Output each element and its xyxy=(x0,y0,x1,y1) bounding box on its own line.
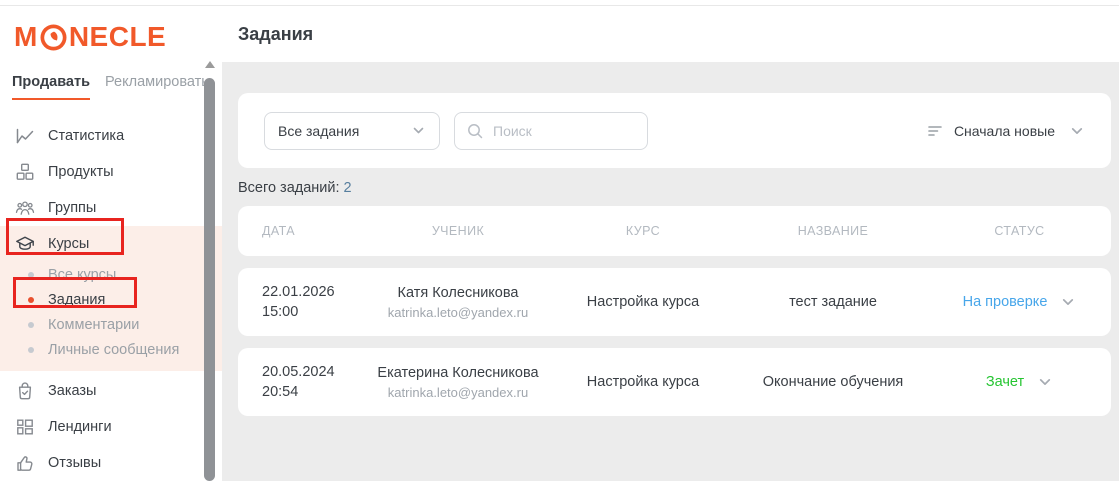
order-bag-icon xyxy=(15,381,35,401)
bullet-icon xyxy=(28,297,34,303)
course-cell: Настройка курса xyxy=(548,294,738,310)
sort-control[interactable]: Сначала новые xyxy=(927,123,1085,139)
graduation-cap-icon xyxy=(15,234,35,254)
sidebar-subitem-label: Комментарии xyxy=(48,317,139,333)
tab-advertise[interactable]: Рекламировать xyxy=(105,74,209,100)
line-chart-icon xyxy=(15,126,35,146)
chevron-down-icon[interactable] xyxy=(1037,374,1053,390)
sidebar-item-label: Группы xyxy=(48,200,96,216)
sort-value: Сначала новые xyxy=(954,123,1055,139)
table-row[interactable]: 20.05.2024 20:54 Екатерина Колесникова k… xyxy=(238,348,1111,416)
status-cell: Зачет xyxy=(928,374,1111,390)
student-cell: Катя Колесникова katrinka.leto@yandex.ru xyxy=(368,283,548,322)
task-date: 22.01.2026 xyxy=(262,282,368,302)
scroll-up-arrow-icon[interactable] xyxy=(205,61,215,68)
chevron-down-icon xyxy=(1069,123,1085,139)
landing-layout-icon xyxy=(15,417,35,437)
sidebar-item-label: Курсы xyxy=(48,236,89,252)
task-date-cell: 22.01.2026 15:00 xyxy=(238,282,368,322)
column-header-date: ДАТА xyxy=(238,224,368,238)
courses-active-section: Курсы Все курсы Задания Комментарии Личн… xyxy=(0,226,222,371)
sidebar: M NECLE Продавать Рекламировать Статисти… xyxy=(0,6,222,481)
sidebar-subitem-all-courses[interactable]: Все курсы xyxy=(0,262,222,287)
sidebar-nav: Статистика Продукты Групп xyxy=(0,118,222,481)
task-time: 15:00 xyxy=(262,302,368,322)
chevron-down-icon[interactable] xyxy=(1060,294,1076,310)
status-badge: На проверке xyxy=(963,294,1048,310)
status-badge: Зачет xyxy=(986,374,1024,390)
sidebar-item-label: Отзывы xyxy=(48,455,101,471)
sidebar-subitem-private-messages[interactable]: Личные сообщения xyxy=(0,337,222,362)
cubes-icon xyxy=(15,162,35,182)
bullet-icon xyxy=(28,322,34,328)
sidebar-subitem-label: Личные сообщения xyxy=(48,342,179,358)
people-icon xyxy=(15,198,35,218)
sidebar-item-label: Статистика xyxy=(48,128,124,144)
sidebar-item-label: Лендинги xyxy=(48,419,112,435)
table-header-row: ДАТА УЧЕНИК КУРС НАЗВАНИЕ СТАТУС xyxy=(238,206,1111,256)
sidebar-tabs: Продавать Рекламировать xyxy=(12,74,209,100)
tasks-total-count: 2 xyxy=(344,180,352,196)
column-header-student: УЧЕНИК xyxy=(368,224,548,238)
sidebar-item-statistics[interactable]: Статистика xyxy=(0,118,222,154)
brand-logo[interactable]: M NECLE xyxy=(14,21,166,53)
task-time: 20:54 xyxy=(262,382,368,402)
sidebar-scrollbar xyxy=(203,58,216,481)
search-field[interactable] xyxy=(454,112,648,150)
task-title-cell: тест задание xyxy=(738,294,928,310)
thumb-up-icon xyxy=(15,453,35,473)
filter-toolbar: Все задания Сначала новые xyxy=(238,93,1111,168)
bullet-icon xyxy=(28,347,34,353)
scrollbar-thumb[interactable] xyxy=(204,78,215,481)
chevron-down-icon xyxy=(411,123,426,138)
sort-lines-icon xyxy=(927,124,944,138)
page-title: Задания xyxy=(238,24,313,45)
status-cell: На проверке xyxy=(928,294,1111,310)
main-header: Задания xyxy=(222,6,1119,62)
student-name: Катя Колесникова xyxy=(368,283,548,303)
column-header-course: КУРС xyxy=(548,224,738,238)
sidebar-subitem-label: Задания xyxy=(48,292,105,308)
task-date-cell: 20.05.2024 20:54 xyxy=(238,362,368,402)
student-email: katrinka.leto@yandex.ru xyxy=(368,303,548,322)
tasks-total-label: Всего заданий: xyxy=(238,180,340,196)
sidebar-subitem-label: Все курсы xyxy=(48,267,116,283)
task-filter-select[interactable]: Все задания xyxy=(264,112,440,150)
course-cell: Настройка курса xyxy=(548,374,738,390)
sidebar-item-label: Заказы xyxy=(48,383,96,399)
sidebar-item-reviews[interactable]: Отзывы xyxy=(0,445,222,481)
logo-text-rest: NECLE xyxy=(69,21,166,53)
sidebar-item-products[interactable]: Продукты xyxy=(0,154,222,190)
tasks-total-summary: Всего заданий:2 xyxy=(238,180,1111,196)
task-date: 20.05.2024 xyxy=(262,362,368,382)
sidebar-subitem-tasks[interactable]: Задания xyxy=(0,287,222,312)
task-filter-value: Все задания xyxy=(278,123,359,139)
tab-sell[interactable]: Продавать xyxy=(12,74,90,100)
column-header-task: НАЗВАНИЕ xyxy=(738,224,928,238)
task-title-cell: Окончание обучения xyxy=(738,374,928,390)
table-row[interactable]: 22.01.2026 15:00 Катя Колесникова katrin… xyxy=(238,268,1111,336)
logo-text-m: M xyxy=(14,21,38,53)
column-header-status: СТАТУС xyxy=(928,224,1111,238)
sidebar-item-landings[interactable]: Лендинги xyxy=(0,409,222,445)
search-input[interactable] xyxy=(493,123,633,139)
student-name: Екатерина Колесникова xyxy=(368,363,548,383)
sidebar-item-label: Продукты xyxy=(48,164,114,180)
sidebar-subitem-comments[interactable]: Комментарии xyxy=(0,312,222,337)
sidebar-item-groups[interactable]: Группы xyxy=(0,190,222,226)
search-icon xyxy=(466,122,484,140)
bullet-icon xyxy=(28,272,34,278)
student-email: katrinka.leto@yandex.ru xyxy=(368,383,548,402)
content-area: Все задания Сначала новые xyxy=(222,62,1119,481)
sidebar-item-courses[interactable]: Курсы xyxy=(0,226,222,262)
leaf-circle-icon xyxy=(40,24,67,51)
main-area: Задания Все задания Сначала новые xyxy=(222,6,1119,481)
student-cell: Екатерина Колесникова katrinka.leto@yand… xyxy=(368,363,548,402)
sidebar-item-orders[interactable]: Заказы xyxy=(0,373,222,409)
